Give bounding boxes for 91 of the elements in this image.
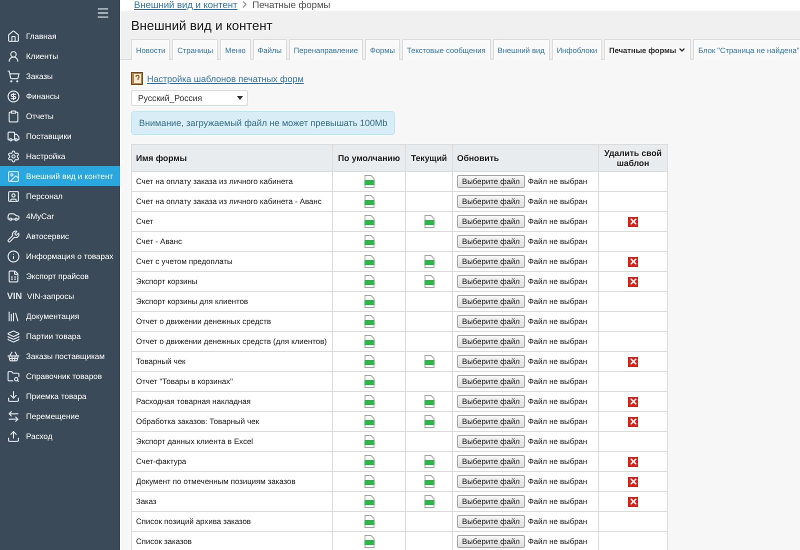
spreadsheet-file-icon: [424, 215, 434, 228]
delete-icon[interactable]: [628, 496, 638, 506]
spreadsheet-file-icon: [424, 415, 434, 428]
delete-icon[interactable]: [628, 356, 638, 366]
sidebar-item[interactable]: Перемещение: [0, 406, 120, 426]
truck-icon: [7, 130, 20, 142]
download-icon: [7, 390, 20, 402]
sidebar-item[interactable]: 4MyCar: [0, 206, 120, 226]
sidebar-item[interactable]: Партии товара: [0, 326, 120, 346]
language-select[interactable]: Русский_Россия: [131, 90, 248, 106]
spreadsheet-file-icon: [364, 255, 374, 268]
spreadsheet-file-icon: [364, 235, 374, 248]
spreadsheet-file-icon: [364, 295, 374, 308]
sidebar-item[interactable]: Главная: [0, 26, 120, 46]
spreadsheet-file-icon: [364, 175, 374, 188]
spreadsheet-file-icon: [424, 255, 434, 268]
clipboard-icon: [7, 110, 20, 122]
sidebar-item[interactable]: Персонал: [0, 186, 120, 206]
sidebar-item[interactable]: Приемка товара: [0, 386, 120, 406]
spreadsheet-file-icon: [364, 275, 374, 288]
person-icon: [7, 50, 20, 62]
folder-icon: [7, 370, 20, 382]
sidebar-item[interactable]: Экспорт прайсов: [0, 266, 120, 286]
spreadsheet-file-icon: [364, 335, 374, 348]
layers-icon: [7, 330, 20, 342]
person-icon: [7, 190, 20, 202]
spreadsheet-file-icon: [364, 515, 374, 528]
basket-icon: [7, 350, 20, 362]
upload-icon: [7, 430, 20, 442]
column-header: По умолчанию: [332, 144, 406, 172]
column-header: Имя формы: [132, 144, 332, 172]
column-header: Обновить: [452, 144, 598, 172]
spreadsheet-file-icon: [364, 455, 374, 468]
spreadsheet-file-icon: [424, 475, 434, 488]
sidebar-item[interactable]: Автосервис: [0, 226, 120, 246]
alert-message: Внимание, загружаемый файл не может превышать 100Mb: [131, 111, 396, 135]
spreadsheet-file-icon: [364, 475, 374, 488]
sidebar-item[interactable]: Заказы поставщикам: [0, 346, 120, 366]
delete-icon[interactable]: [628, 416, 638, 426]
sidebar-item[interactable]: Расход: [0, 426, 120, 446]
dollar-icon: [7, 90, 20, 102]
sidebar-item[interactable]: Заказы: [0, 66, 120, 86]
sidebar-item[interactable]: Информация о товарах: [0, 246, 120, 266]
arrows-icon: [7, 410, 20, 422]
spreadsheet-file-icon: [364, 195, 374, 208]
breadcrumb-link[interactable]: Внешний вид и контент: [134, 0, 238, 11]
help-book-icon: [131, 72, 143, 85]
sidebar-item[interactable]: Клиенты: [0, 46, 120, 66]
spreadsheet-file-icon: [424, 495, 434, 508]
spreadsheet-file-icon: [364, 495, 374, 508]
sidebar-item[interactable]: Настройка: [0, 146, 120, 166]
vin-label: VIN: [7, 291, 21, 301]
info-icon: [7, 250, 20, 262]
spreadsheet-icon: [7, 270, 20, 282]
spreadsheet-file-icon: [364, 355, 374, 368]
delete-icon[interactable]: [628, 476, 638, 486]
home-icon: [7, 30, 20, 42]
settings-link[interactable]: Настройка шаблонов печатных форм: [147, 74, 304, 84]
spreadsheet-file-icon: [364, 415, 374, 428]
caret-icon: [678, 46, 686, 54]
sidebar-item[interactable]: Документация: [0, 306, 120, 326]
cart-icon: [7, 70, 20, 82]
books-icon: [7, 310, 20, 322]
spreadsheet-file-icon: [364, 375, 374, 388]
spreadsheet-file-icon: [424, 275, 434, 288]
page-title: Внешний вид и контент: [131, 18, 274, 33]
picture-icon: [7, 170, 20, 182]
spreadsheet-file-icon: [424, 395, 434, 408]
sidebar-item[interactable]: Финансы: [0, 86, 120, 106]
delete-icon[interactable]: [628, 456, 638, 466]
sidebar-item[interactable]: VIN VIN-запросы: [0, 286, 120, 306]
spreadsheet-file-icon: [364, 315, 374, 328]
delete-icon[interactable]: [628, 276, 638, 286]
spreadsheet-file-icon: [364, 395, 374, 408]
column-header: Удалить свой шаблон: [598, 144, 668, 172]
spreadsheet-file-icon: [364, 215, 374, 228]
settings-icon: [7, 150, 20, 162]
sidebar-item[interactable]: Отчеты: [0, 106, 120, 126]
delete-icon[interactable]: [628, 216, 638, 226]
dropdown-caret-icon: [237, 96, 243, 100]
menu-icon[interactable]: [96, 6, 110, 20]
sidebar-item[interactable]: Поставщики: [0, 126, 120, 146]
spreadsheet-file-icon: [424, 355, 434, 368]
spreadsheet-file-icon: [424, 455, 434, 468]
breadcrumb-current: Печатные формы: [252, 0, 330, 11]
delete-icon[interactable]: [628, 256, 638, 266]
column-header: Текущий: [406, 144, 452, 172]
sidebar-item[interactable]: Справочник товаров: [0, 366, 120, 386]
wrench-icon: [7, 230, 20, 242]
spreadsheet-file-icon: [364, 435, 374, 448]
delete-icon[interactable]: [628, 396, 638, 406]
